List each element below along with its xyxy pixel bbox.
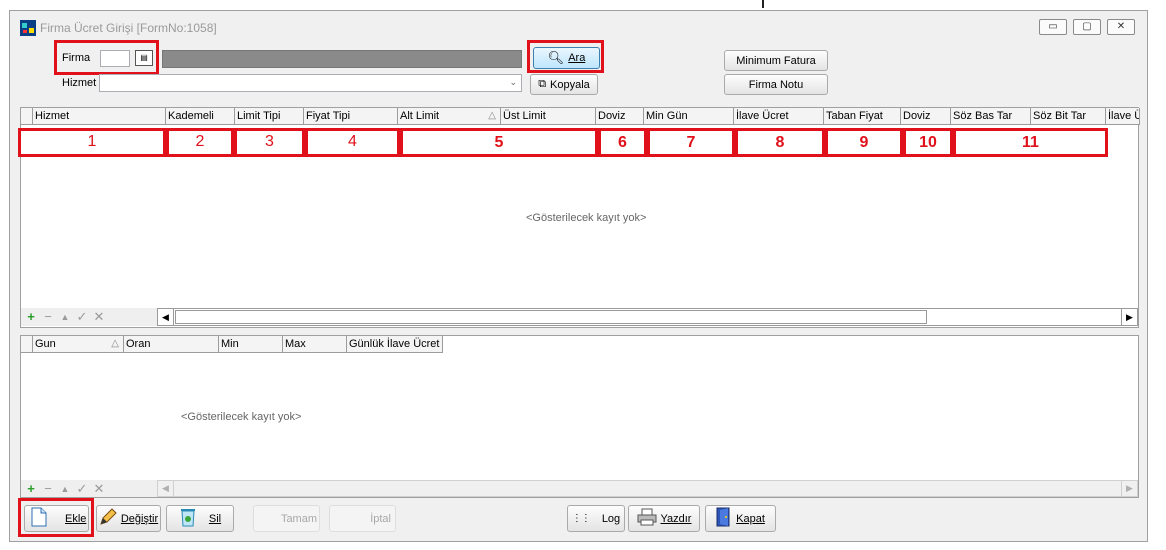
exit-door-icon (716, 507, 732, 530)
minimize-icon[interactable]: ▭ (1039, 19, 1067, 35)
tamam-button-label: Tamam (280, 512, 317, 525)
grid1-column-header[interactable]: İlave Ücret (734, 108, 824, 125)
annotation-number: 7 (686, 134, 696, 151)
edit-pencil-icon (99, 508, 117, 529)
grid2-empty-text: <Gösterilecek kayıt yok> (181, 411, 302, 423)
annotation-number: 5 (494, 134, 504, 151)
annotation-number: 1 (87, 133, 97, 150)
scroll-right-icon[interactable]: ▶ (1121, 481, 1137, 496)
iptal-button[interactable]: İptal (329, 505, 396, 532)
highlight-ara (527, 40, 604, 73)
grid2-column-header[interactable]: Günlük İlave Ücret (347, 336, 443, 353)
highlight-firma (54, 40, 159, 75)
kopyala-button[interactable]: ⧉ Kopyala (530, 74, 598, 95)
grid1-column-header[interactable]: Min Gün (644, 108, 734, 125)
yazdir-button-label: Yazdır (660, 512, 692, 525)
annotation-number: 6 (618, 134, 627, 151)
app-icon (20, 20, 36, 36)
firma-notu-label: Firma Notu (748, 78, 804, 91)
row-indicator-header (21, 108, 33, 125)
annotation-number: 11 (1022, 134, 1039, 151)
annotation-number: 10 (919, 134, 937, 151)
grid1-column-header[interactable]: Üst Limit (501, 108, 596, 125)
degistir-button-label: Değiştir (120, 512, 159, 525)
hizmet-label: Hizmet (62, 77, 97, 89)
sil-button-label: Sil (208, 512, 222, 525)
scroll-left-icon[interactable]: ◀ (158, 309, 174, 325)
chevron-down-icon: ⌄ (509, 77, 517, 87)
cancel-icon[interactable]: ✕ (92, 310, 106, 324)
window-title: Firma Ücret Girişi [FormNo:1058] (40, 21, 217, 35)
sil-button[interactable]: Sil (166, 505, 234, 532)
minimum-fatura-button[interactable]: Minimum Fatura (724, 50, 828, 71)
annotation-number: 2 (195, 133, 205, 150)
grid2-horizontal-scrollbar[interactable]: ◀ ▶ (157, 480, 1138, 497)
grid2-column-header[interactable]: Min (219, 336, 283, 353)
grid2-navigator: + − ▲ ✓ ✕ (21, 480, 157, 497)
scroll-right-icon[interactable]: ▶ (1121, 309, 1137, 325)
recycle-bin-icon (179, 507, 197, 530)
annotation-number: 3 (265, 133, 274, 150)
grid1-horizontal-scrollbar[interactable]: ◀ ▶ (157, 308, 1138, 326)
tamam-button[interactable]: Tamam (253, 505, 320, 532)
sort-ascending-icon[interactable]: △ (488, 108, 496, 124)
up-icon[interactable]: ▲ (58, 310, 72, 324)
grid1-empty-text: <Gösterilecek kayıt yok> (526, 212, 647, 224)
grid2-column-header[interactable]: Gun △ (33, 336, 124, 353)
grid1-navigator: + − ▲ ✓ ✕ (21, 308, 157, 326)
log-icon: ⋮⋮ (571, 513, 591, 524)
remove-icon[interactable]: − (41, 310, 55, 324)
background-window-edge (762, 0, 764, 8)
check-icon[interactable]: ✓ (75, 482, 89, 496)
grid1-column-header[interactable]: Fiyat Tipi (304, 108, 398, 125)
grid1-column-header[interactable]: Doviz (596, 108, 644, 125)
copy-icon: ⧉ (538, 78, 547, 90)
kapat-button[interactable]: Kapat (705, 505, 776, 532)
up-icon[interactable]: ▲ (58, 482, 72, 496)
grid1-column-header[interactable]: Doviz (901, 108, 951, 125)
iptal-button-label: İptal (370, 512, 391, 525)
highlight-ekle (18, 498, 94, 537)
grid1-column-header[interactable]: Söz Bas Tar (951, 108, 1031, 125)
grid1-column-header[interactable]: Limit Tipi (235, 108, 304, 125)
grid1-column-header[interactable]: Hizmet (33, 108, 166, 125)
scroll-left-icon[interactable]: ◀ (158, 481, 174, 496)
printer-icon (637, 508, 657, 529)
firma-name-field (162, 50, 522, 68)
degistir-button[interactable]: Değiştir (96, 505, 161, 532)
kopyala-button-label: Kopyala (550, 78, 590, 91)
cancel-icon[interactable]: ✕ (92, 482, 106, 496)
maximize-icon[interactable]: ▢ (1073, 19, 1101, 35)
grid1-column-header[interactable]: Söz Bit Tar (1031, 108, 1106, 125)
grid1-column-header[interactable]: İlave Ü (1106, 108, 1140, 125)
grid1-column-header[interactable]: Alt Limit △ (398, 108, 501, 125)
add-icon[interactable]: + (24, 482, 38, 496)
add-icon[interactable]: + (24, 310, 38, 324)
grid2-column-header[interactable]: Max (283, 336, 347, 353)
minimum-fatura-label: Minimum Fatura (736, 54, 816, 67)
log-button-label: Log (601, 512, 621, 525)
grid1-column-header[interactable]: Taban Fiyat (824, 108, 901, 125)
scroll-thumb[interactable] (175, 310, 927, 324)
hizmet-select[interactable]: ⌄ (99, 74, 522, 92)
yazdir-button[interactable]: Yazdır (628, 505, 700, 532)
remove-icon[interactable]: − (41, 482, 55, 496)
kapat-button-label: Kapat (736, 512, 765, 525)
annotation-number: 9 (859, 134, 869, 151)
grid2-column-header[interactable]: Oran (124, 336, 219, 353)
annotation-number: 8 (775, 134, 785, 151)
sort-ascending-icon[interactable]: △ (111, 336, 119, 352)
close-icon[interactable]: ✕ (1107, 19, 1135, 35)
check-icon[interactable]: ✓ (75, 310, 89, 324)
log-button[interactable]: ⋮⋮ Log (567, 505, 625, 532)
annotation-number: 4 (348, 133, 357, 150)
firma-notu-button[interactable]: Firma Notu (724, 74, 828, 95)
grid1-column-header[interactable]: Kademeli (166, 108, 235, 125)
days-grid[interactable]: Gun △ Oran Min Max Günlük İlave Ücret <Göster… (20, 335, 1139, 498)
row-indicator-header (21, 336, 33, 353)
